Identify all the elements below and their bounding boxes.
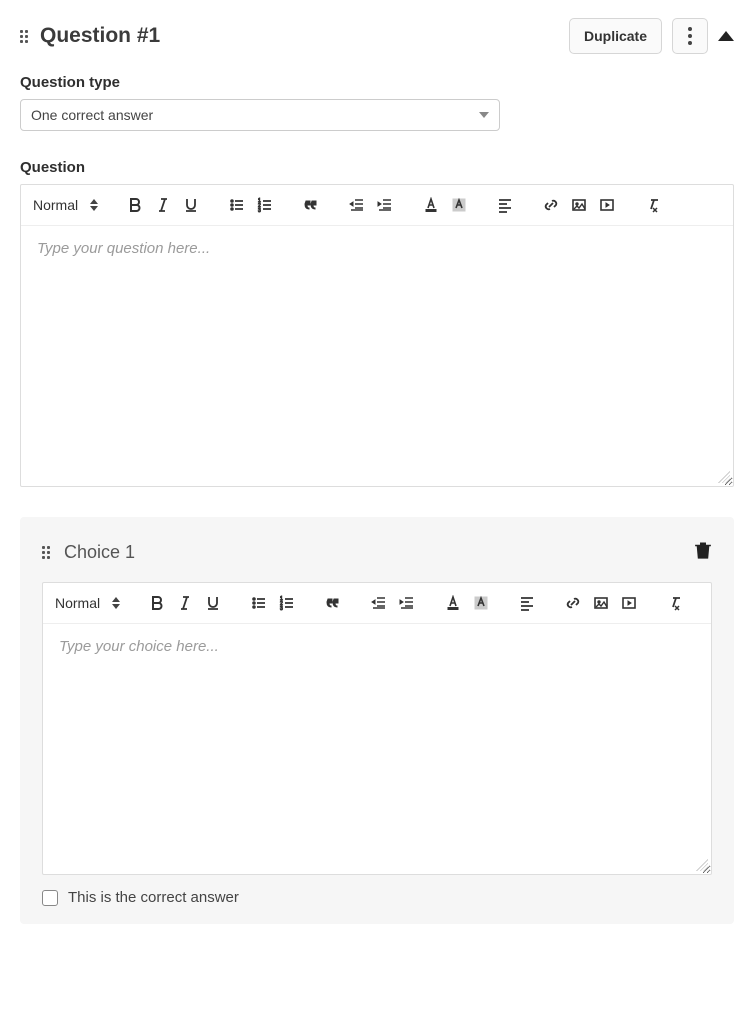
link-button[interactable] bbox=[564, 593, 582, 613]
sort-caret-icon bbox=[112, 597, 120, 609]
format-select[interactable]: Normal bbox=[33, 197, 98, 213]
question-editor: Normal 123 bbox=[20, 184, 734, 487]
italic-button[interactable] bbox=[176, 593, 194, 613]
svg-text:3: 3 bbox=[280, 606, 283, 611]
format-value: Normal bbox=[55, 595, 100, 611]
drag-handle-icon[interactable] bbox=[42, 546, 52, 560]
choice-header: Choice 1 bbox=[42, 541, 712, 564]
indent-button[interactable] bbox=[376, 195, 394, 215]
kebab-icon bbox=[688, 27, 692, 45]
question-toolbar: Normal 123 bbox=[21, 185, 733, 226]
video-button[interactable] bbox=[620, 593, 638, 613]
trash-icon bbox=[694, 541, 712, 559]
choice-textarea[interactable]: Type your choice here... bbox=[43, 624, 711, 874]
question-type-label: Question type bbox=[20, 74, 734, 91]
underline-button[interactable] bbox=[182, 195, 200, 215]
drag-handle-icon[interactable] bbox=[20, 29, 30, 43]
more-options-button[interactable] bbox=[672, 18, 708, 54]
numbered-list-button[interactable]: 123 bbox=[278, 593, 296, 613]
header-actions: Duplicate bbox=[569, 18, 734, 54]
question-textarea[interactable]: Type your question here... bbox=[21, 226, 733, 486]
format-select[interactable]: Normal bbox=[55, 595, 120, 611]
indent-button[interactable] bbox=[398, 593, 416, 613]
choice-panel: Choice 1 Normal 123 bbox=[20, 517, 734, 924]
image-button[interactable] bbox=[570, 195, 588, 215]
choice-toolbar: Normal 123 bbox=[43, 583, 711, 624]
bullet-list-button[interactable] bbox=[250, 593, 268, 613]
choice-placeholder: Type your choice here... bbox=[59, 638, 219, 655]
highlight-button[interactable] bbox=[472, 593, 490, 613]
choice-title: Choice 1 bbox=[64, 542, 135, 563]
bold-button[interactable] bbox=[148, 593, 166, 613]
question-header: Question #1 Duplicate bbox=[20, 18, 734, 54]
correct-answer-label: This is the correct answer bbox=[68, 889, 239, 906]
image-button[interactable] bbox=[592, 593, 610, 613]
choice-editor: Normal 123 bbox=[42, 582, 712, 875]
duplicate-button[interactable]: Duplicate bbox=[569, 18, 662, 54]
delete-choice-button[interactable] bbox=[694, 541, 712, 564]
numbered-list-button[interactable]: 123 bbox=[256, 195, 274, 215]
link-button[interactable] bbox=[542, 195, 560, 215]
align-button[interactable] bbox=[496, 195, 514, 215]
correct-answer-checkbox[interactable] bbox=[42, 890, 58, 906]
blockquote-button[interactable] bbox=[302, 195, 320, 215]
outdent-button[interactable] bbox=[370, 593, 388, 613]
format-value: Normal bbox=[33, 197, 78, 213]
underline-button[interactable] bbox=[204, 593, 222, 613]
text-color-button[interactable] bbox=[422, 195, 440, 215]
text-color-button[interactable] bbox=[444, 593, 462, 613]
resize-handle-icon[interactable] bbox=[718, 471, 730, 483]
question-type-select[interactable]: One correct answer bbox=[20, 99, 500, 131]
question-label: Question bbox=[20, 159, 734, 176]
align-button[interactable] bbox=[518, 593, 536, 613]
blockquote-button[interactable] bbox=[324, 593, 342, 613]
outdent-button[interactable] bbox=[348, 195, 366, 215]
question-title: Question #1 bbox=[40, 24, 160, 48]
chevron-down-icon bbox=[479, 112, 489, 118]
svg-text:3: 3 bbox=[258, 208, 261, 213]
bullet-list-button[interactable] bbox=[228, 195, 246, 215]
bold-button[interactable] bbox=[126, 195, 144, 215]
italic-button[interactable] bbox=[154, 195, 172, 215]
collapse-toggle[interactable] bbox=[718, 31, 734, 41]
correct-answer-row: This is the correct answer bbox=[42, 889, 712, 906]
clear-format-button[interactable] bbox=[666, 593, 684, 613]
header-left: Question #1 bbox=[20, 24, 160, 48]
question-type-value: One correct answer bbox=[31, 107, 153, 123]
sort-caret-icon bbox=[90, 199, 98, 211]
clear-format-button[interactable] bbox=[644, 195, 662, 215]
highlight-button[interactable] bbox=[450, 195, 468, 215]
resize-handle-icon[interactable] bbox=[696, 859, 708, 871]
video-button[interactable] bbox=[598, 195, 616, 215]
question-placeholder: Type your question here... bbox=[37, 240, 210, 257]
